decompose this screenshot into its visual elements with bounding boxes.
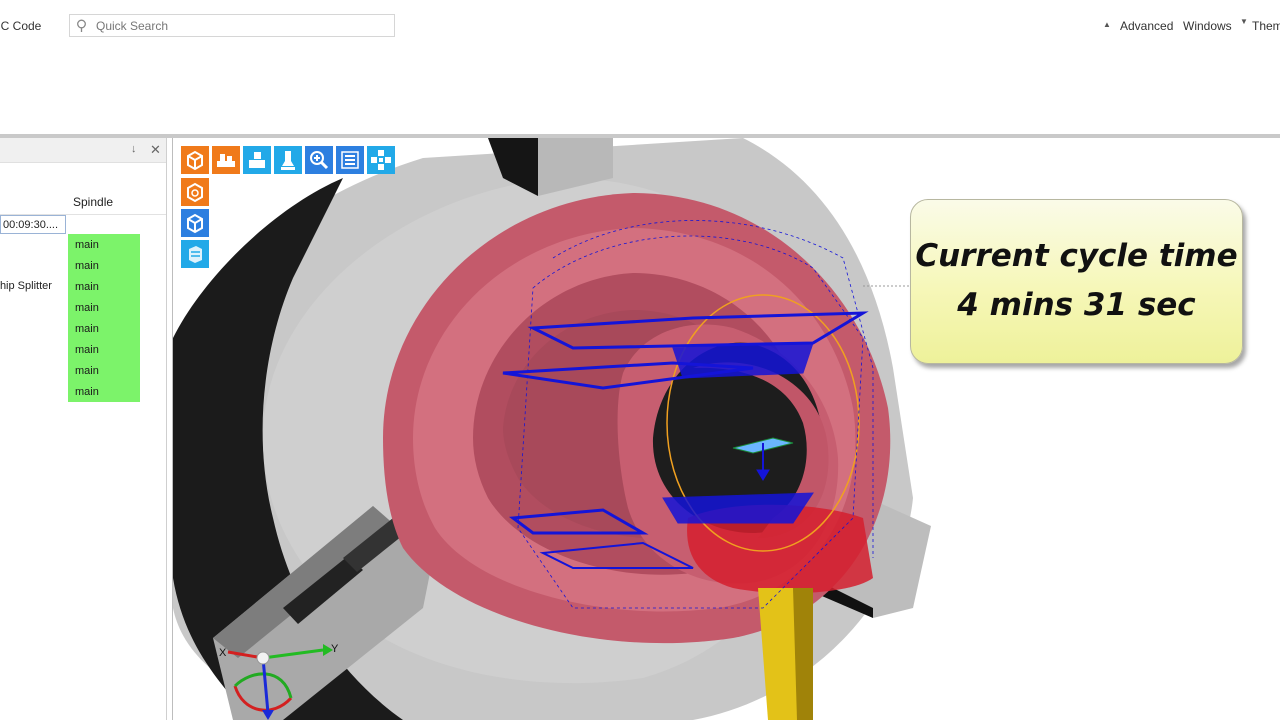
spindle-cell[interactable]: main [75,365,99,377]
axis-x-label: X [219,647,227,659]
nc-code-tab[interactable]: NC Code [0,19,41,33]
cycle-time-cell[interactable]: 00:09:30.... [0,215,66,234]
stock-view-icon[interactable] [181,209,209,237]
quick-search-input[interactable] [96,17,386,34]
advanced-menu[interactable]: Advanced [1120,19,1173,33]
move-axes-icon[interactable] [367,146,395,174]
spindle-cell[interactable]: main [75,323,99,335]
search-pin-icon [77,19,86,32]
ribbon-area [0,40,1280,134]
spindle-cell[interactable]: main [75,386,99,398]
spindle-cell[interactable]: main [75,281,99,293]
theme-caret-icon[interactable]: ▼ [1240,17,1248,26]
setup-view-icon[interactable] [243,146,271,174]
spindle-cell[interactable]: main [75,302,99,314]
spindle-cell[interactable]: main [75,260,99,272]
table-header: Spindle [0,190,166,215]
tool-view-icon[interactable] [274,146,302,174]
callout-time: 4 mins 31 sec [957,287,1196,323]
operations-panel: ↓ ✕ Spindle 00:09:30.... Chip Splitter m… [0,138,167,720]
cycle-time-callout: Current cycle time 4 mins 31 sec [910,199,1243,364]
machine-view-icon[interactable] [212,146,240,174]
spindle-cell[interactable]: main [75,239,99,251]
operation-name[interactable]: Chip Splitter [0,280,52,292]
part-view-icon[interactable] [181,178,209,206]
panel-header: ↓ ✕ [0,138,166,163]
list-view-icon[interactable] [336,146,364,174]
spindle-cell[interactable]: main [75,344,99,356]
workpiece-view-icon[interactable] [181,240,209,268]
theme-menu[interactable]: Theme [1252,19,1280,33]
spindle-column: main main main main main main main main [68,234,140,402]
callout-title: Current cycle time [915,238,1238,274]
top-menu-bar: NC Code ▲ Advanced Windows ▼ Theme [0,0,1280,41]
pin-icon[interactable]: ↓ [131,143,137,155]
advanced-caret-icon[interactable]: ▲ [1103,20,1111,29]
view-cube-icon[interactable] [181,146,209,174]
spindle-column-header[interactable]: Spindle [73,195,113,209]
close-icon[interactable]: ✕ [150,142,161,158]
quick-search-box[interactable] [69,14,395,37]
zoom-icon[interactable] [305,146,333,174]
windows-menu[interactable]: Windows [1183,19,1232,33]
axis-y-label: Y [331,643,339,655]
